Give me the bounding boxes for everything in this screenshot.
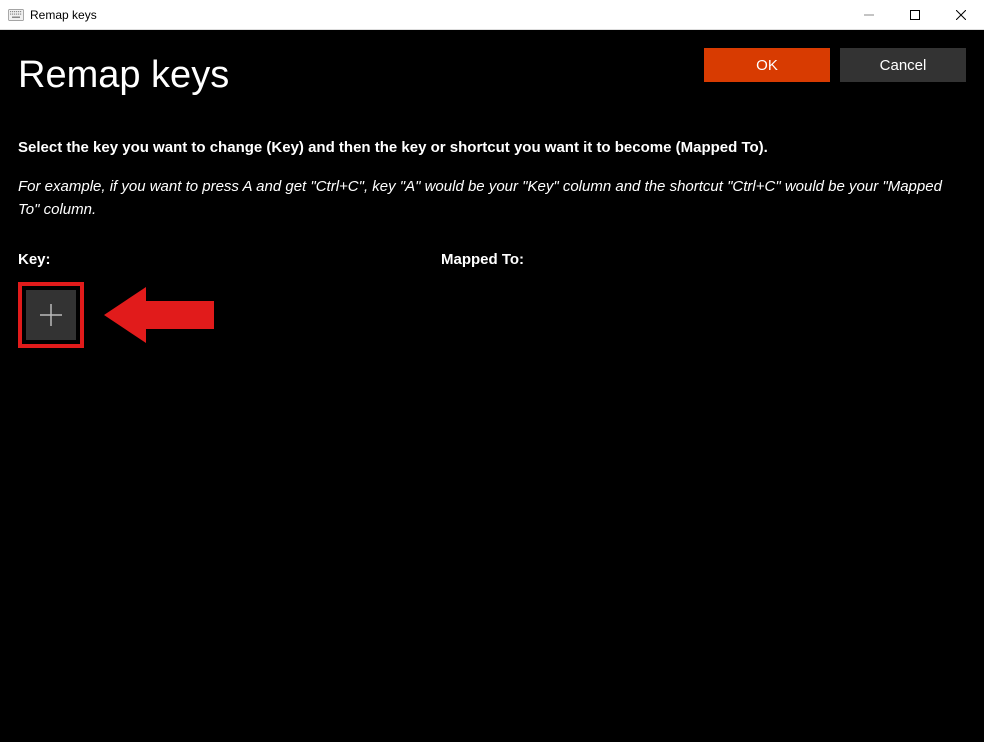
mapped-to-column: Mapped To: [441, 251, 966, 348]
action-buttons: OK Cancel [704, 48, 966, 82]
window-title: Remap keys [30, 8, 97, 22]
instruction-primary: Select the key you want to change (Key) … [18, 137, 966, 158]
titlebar: Remap keys [0, 0, 984, 30]
keyboard-icon [8, 8, 24, 22]
mapped-to-column-header: Mapped To: [441, 251, 966, 268]
key-column-header: Key: [18, 251, 441, 268]
add-mapping-button[interactable] [26, 290, 76, 340]
close-button[interactable] [938, 0, 984, 29]
annotation-arrow-icon [104, 283, 214, 347]
minimize-button[interactable] [846, 0, 892, 29]
window-controls [846, 0, 984, 29]
page-title: Remap keys [18, 54, 229, 97]
maximize-button[interactable] [892, 0, 938, 29]
add-row [18, 282, 441, 348]
ok-button[interactable]: OK [704, 48, 830, 82]
key-column: Key: [18, 251, 441, 348]
content-area: Remap keys OK Cancel Select the key you … [0, 30, 984, 742]
header-row: Remap keys OK Cancel [18, 48, 966, 97]
mapping-columns: Key: Mapped To: [18, 251, 966, 348]
instruction-example: For example, if you want to press A and … [18, 176, 966, 221]
plus-icon [38, 302, 64, 328]
cancel-button[interactable]: Cancel [840, 48, 966, 82]
annotation-highlight-box [18, 282, 84, 348]
